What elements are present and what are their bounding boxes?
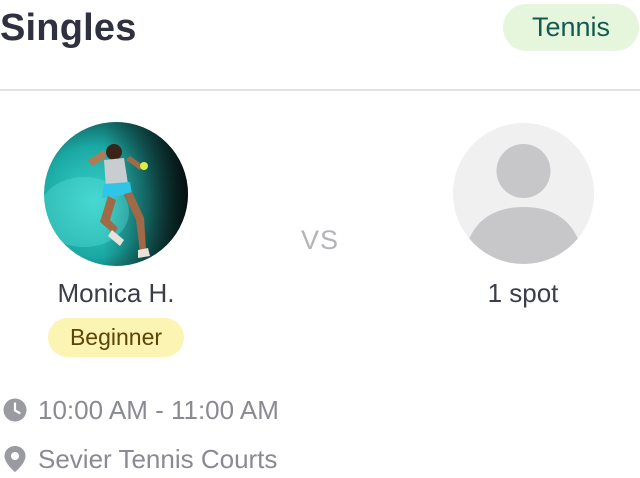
open-spot-label[interactable]: 1 spot — [423, 276, 623, 310]
player-name[interactable]: Monica H. — [20, 276, 212, 310]
page-title: Singles — [0, 7, 137, 49]
location-row: Sevier Tennis Courts — [2, 442, 277, 476]
placeholder-person-icon — [453, 123, 594, 264]
player-avatar[interactable] — [44, 122, 188, 266]
location-text[interactable]: Sevier Tennis Courts — [38, 442, 277, 476]
player-photo — [44, 122, 188, 266]
sport-badge[interactable]: Tennis — [503, 4, 639, 51]
time-row: 10:00 AM - 11:00 AM — [2, 393, 279, 427]
divider — [0, 89, 640, 91]
clock-icon — [2, 397, 28, 423]
open-spot-avatar[interactable] — [453, 123, 594, 264]
level-badge: Beginner — [48, 318, 184, 357]
map-pin-icon — [2, 446, 28, 472]
versus-label: VS — [300, 225, 340, 255]
time-text: 10:00 AM - 11:00 AM — [38, 395, 279, 425]
